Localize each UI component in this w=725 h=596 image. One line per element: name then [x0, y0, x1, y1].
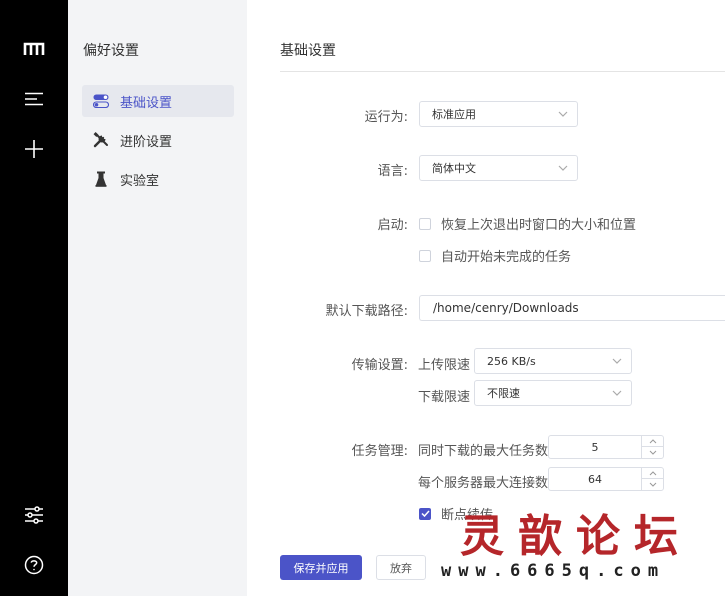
decrement-button[interactable]	[642, 447, 663, 458]
chevron-down-icon	[649, 482, 656, 487]
max-tasks-stepper[interactable]: 5	[548, 435, 664, 459]
discard-button[interactable]: 放弃	[376, 555, 426, 580]
download-path-input[interactable]: /home/cenry/Downloads	[419, 295, 725, 321]
auto-resume-checkbox[interactable]: 自动开始未完成的任务	[419, 246, 571, 265]
max-connections-stepper[interactable]: 64	[548, 467, 664, 491]
upload-limit-select[interactable]: 256 KB/s	[474, 348, 632, 374]
language-label: 语言:	[377, 164, 408, 179]
language-value: 简体中文	[432, 162, 476, 175]
preferences-sidebar: 偏好设置 基础设置 进阶设置 实验室	[68, 0, 247, 596]
upload-limit-label: 上传限速	[418, 358, 471, 373]
tools-icon	[92, 131, 110, 149]
chevron-up-icon	[649, 438, 656, 443]
checkbox-label: 恢复上次退出时窗口的大小和位置	[441, 218, 637, 233]
checkbox-box[interactable]	[419, 507, 431, 520]
watermark-text: 灵歆论坛	[460, 511, 692, 562]
chevron-down-icon	[649, 450, 656, 455]
save-apply-button[interactable]: 保存并应用	[280, 555, 362, 580]
preferences-window: 偏好设置 基础设置 进阶设置 实验室 基础设置 运行为: 标准应用 语言: 简体…	[0, 0, 725, 596]
settings-sliders-icon[interactable]	[16, 500, 52, 530]
run-as-label: 运行为:	[364, 110, 408, 125]
icon-rail	[0, 0, 68, 596]
toggle-icon	[92, 92, 110, 110]
sidebar-item-label: 进阶设置	[120, 134, 173, 150]
chevron-down-icon	[612, 390, 622, 396]
sidebar-item-label: 实验室	[120, 173, 160, 189]
chevron-down-icon	[612, 358, 622, 364]
increment-button[interactable]	[642, 468, 663, 479]
page-title: 基础设置	[280, 43, 336, 59]
sidebar-item-advanced-settings[interactable]: 进阶设置	[82, 124, 234, 156]
download-limit-label: 下载限速	[418, 390, 471, 405]
add-icon[interactable]	[16, 134, 52, 164]
max-connections-value: 64	[588, 472, 602, 486]
startup-label: 启动:	[377, 218, 408, 233]
download-path-label: 默认下载路径:	[325, 304, 408, 319]
watermark-url: www.6665q.com	[441, 561, 666, 581]
upload-limit-value: 256 KB/s	[487, 354, 536, 368]
max-connections-label: 每个服务器最大连接数	[418, 476, 549, 491]
stepper-controls	[641, 436, 663, 458]
chevron-down-icon	[558, 165, 568, 171]
decrement-button[interactable]	[642, 479, 663, 490]
sidebar-item-label: 基础设置	[120, 95, 173, 111]
language-select[interactable]: 简体中文	[419, 155, 578, 181]
flask-icon	[92, 170, 110, 188]
stepper-controls	[641, 468, 663, 490]
download-limit-value: 不限速	[487, 387, 520, 400]
chevron-up-icon	[649, 470, 656, 475]
max-tasks-label: 同时下载的最大任务数	[418, 444, 549, 459]
task-management-label: 任务管理:	[351, 444, 408, 459]
max-tasks-value: 5	[591, 440, 599, 454]
app-logo-icon[interactable]	[16, 34, 52, 64]
transfer-label: 传输设置:	[351, 358, 408, 373]
sidebar-item-lab[interactable]: 实验室	[82, 163, 234, 195]
checkmark-icon	[420, 510, 430, 517]
title-divider	[280, 71, 725, 72]
menu-icon[interactable]	[16, 84, 52, 114]
run-as-value: 标准应用	[432, 108, 476, 121]
chevron-down-icon	[558, 111, 568, 117]
checkbox-label: 自动开始未完成的任务	[441, 250, 572, 265]
sidebar-item-basic-settings[interactable]: 基础设置	[82, 85, 234, 117]
download-limit-select[interactable]: 不限速	[474, 380, 632, 406]
checkbox-box[interactable]	[419, 249, 431, 262]
restore-window-checkbox[interactable]: 恢复上次退出时窗口的大小和位置	[419, 214, 636, 233]
run-as-select[interactable]: 标准应用	[419, 101, 578, 127]
sidebar-title: 偏好设置	[83, 43, 139, 59]
help-icon[interactable]	[16, 550, 52, 580]
checkbox-box[interactable]	[419, 217, 431, 230]
increment-button[interactable]	[642, 436, 663, 447]
